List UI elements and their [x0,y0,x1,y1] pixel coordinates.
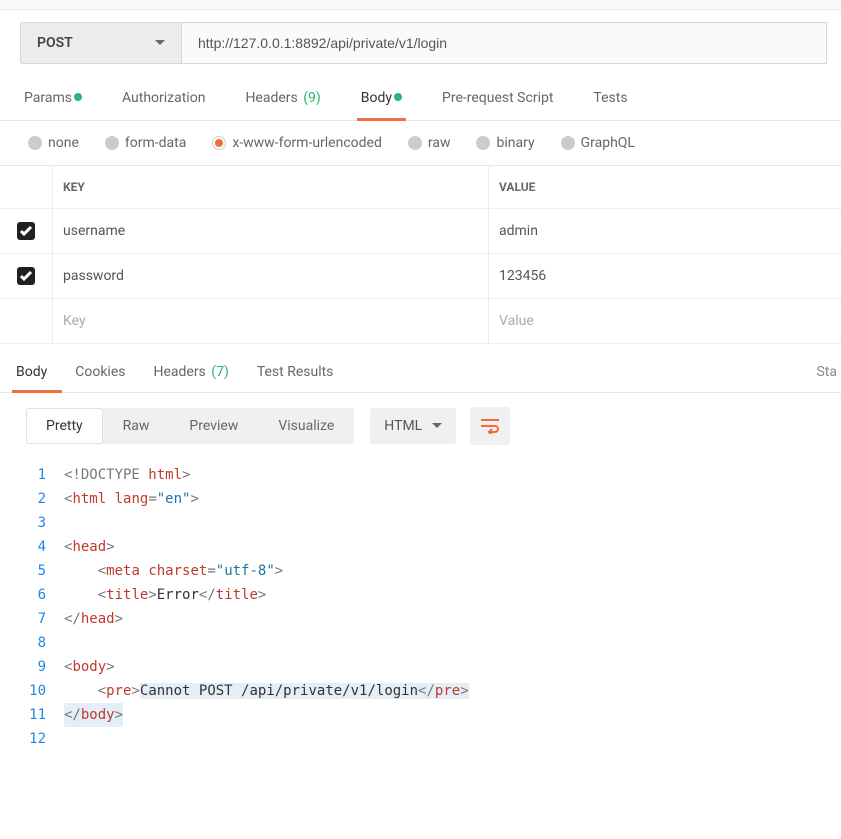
radio-icon [408,136,422,150]
key-cell[interactable]: username [52,209,488,253]
value-cell[interactable]: 123456 [488,254,841,298]
response-tab-headers[interactable]: Headers (7) [151,354,230,392]
viewer-tab-preview[interactable]: Preview [169,408,258,444]
tab-tests[interactable]: Tests [589,78,631,120]
response-code-viewer[interactable]: 1<!DOCTYPE html> 2<html lang="en"> 3 4<h… [0,459,841,771]
response-format-select[interactable]: HTML [370,408,456,444]
body-dot-icon [394,93,402,101]
chevron-down-icon [432,423,442,429]
row-checkbox[interactable] [17,267,35,285]
table-row-empty: Key Value [0,299,841,344]
body-type-radios: none form-data x-www-form-urlencoded raw… [0,121,841,165]
radio-graphql[interactable]: GraphQL [561,135,635,151]
radio-form-data[interactable]: form-data [105,135,186,151]
http-method-select[interactable]: POST [20,22,182,64]
viewer-tab-raw[interactable]: Raw [103,408,170,444]
response-tab-body[interactable]: Body [14,354,49,392]
viewer-tab-pretty[interactable]: Pretty [26,408,103,444]
response-tabs: Body Cookies Headers (7) Test Results St… [0,354,841,393]
radio-icon [212,136,226,150]
params-dot-icon [74,93,82,101]
request-url-input[interactable] [182,22,827,64]
tab-prerequest[interactable]: Pre-request Script [438,78,557,120]
top-divider [0,0,841,10]
tab-headers[interactable]: Headers (9) [241,78,324,120]
viewer-mode-tabs: Pretty Raw Preview Visualize [26,408,354,444]
key-cell[interactable]: password [52,254,488,298]
row-checkbox[interactable] [17,222,35,240]
key-header: KEY [52,166,488,208]
radio-urlencoded[interactable]: x-www-form-urlencoded [212,135,382,151]
value-input-placeholder[interactable]: Value [488,299,841,343]
radio-icon [561,136,575,150]
viewer-tab-visualize[interactable]: Visualize [258,408,354,444]
tab-params[interactable]: Params [20,78,86,120]
table-row: password 123456 [0,254,841,299]
wrap-lines-button[interactable] [470,407,510,445]
response-viewer-bar: Pretty Raw Preview Visualize HTML [0,393,841,459]
chevron-down-icon [155,40,165,46]
status-label: Sta [816,364,837,380]
radio-icon [28,136,42,150]
radio-icon [105,136,119,150]
wrap-icon [480,418,500,434]
key-input-placeholder[interactable]: Key [52,299,488,343]
radio-icon [476,136,490,150]
request-tabs: Params Authorization Headers (9) Body Pr… [0,78,841,121]
table-row: username admin [0,209,841,254]
table-header-row: KEY VALUE [0,166,841,209]
radio-binary[interactable]: binary [476,135,534,151]
tab-authorization[interactable]: Authorization [118,78,209,120]
response-tab-cookies[interactable]: Cookies [73,354,127,392]
value-cell[interactable]: admin [488,209,841,253]
http-method-value: POST [37,35,73,51]
radio-none[interactable]: none [28,135,79,151]
tab-body[interactable]: Body [357,78,406,120]
radio-raw[interactable]: raw [408,135,451,151]
value-header: VALUE [488,166,841,208]
response-tab-testresults[interactable]: Test Results [255,354,336,392]
form-data-table: KEY VALUE username admin password 123456… [0,165,841,344]
request-url-row: POST [0,10,841,78]
